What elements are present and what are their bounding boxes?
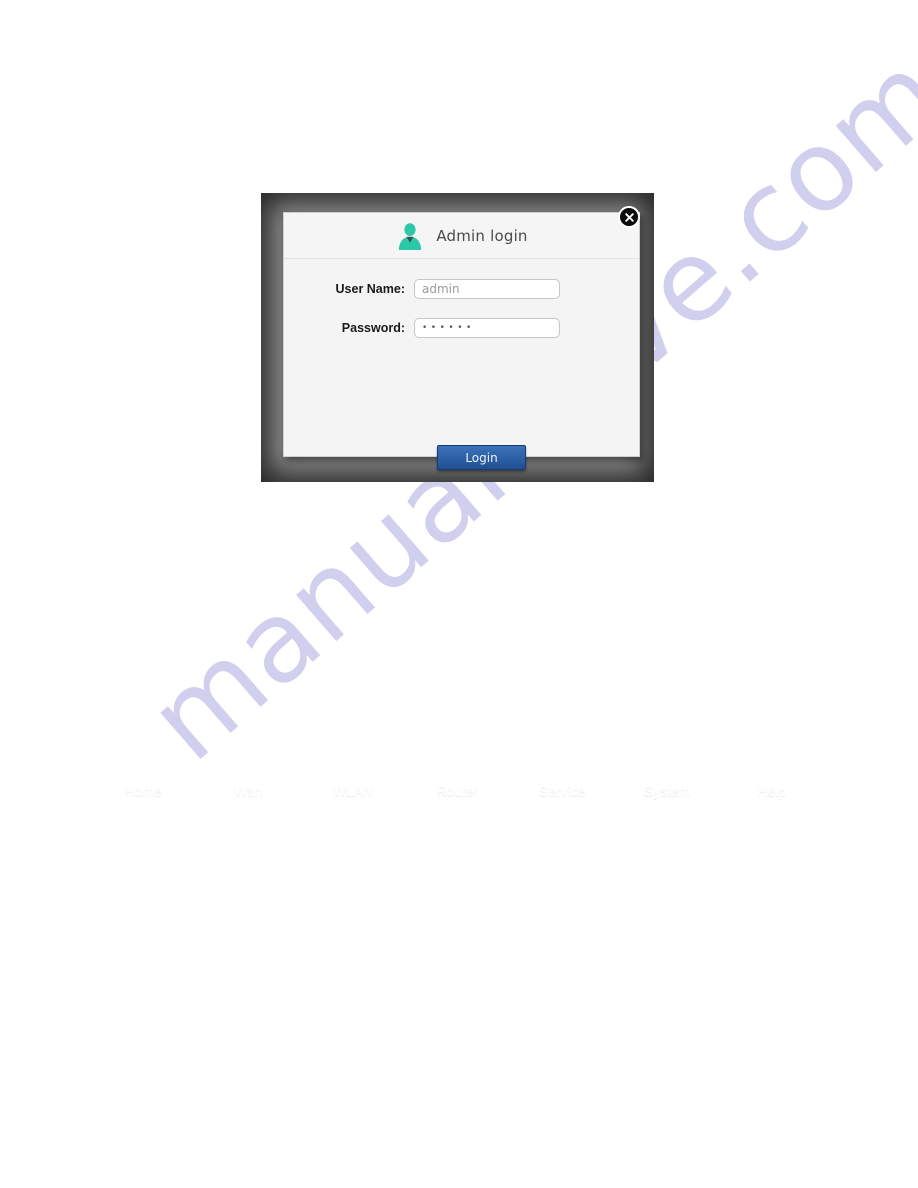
nav-item-service[interactable]: Service [509, 771, 615, 810]
close-dialog-button[interactable] [618, 206, 640, 228]
username-row: User Name: admin [284, 279, 639, 299]
dialog-body: User Name: admin Password: •••••• Login [284, 259, 639, 470]
nav-item-home[interactable]: Home [91, 771, 196, 810]
admin-login-dialog: Admin login User Name: admin Password: •… [283, 212, 640, 470]
main-navigation-bar: Home Wan WLAN Router Service System Help [91, 771, 824, 810]
close-icon [624, 212, 634, 222]
username-input[interactable]: admin [414, 279, 560, 299]
nav-item-router[interactable]: Router [405, 771, 510, 810]
password-input[interactable]: •••••• [414, 318, 560, 338]
dialog-title: Admin login [436, 226, 528, 245]
nav-item-system[interactable]: System [614, 771, 720, 810]
login-modal-frame: Admin login User Name: admin Password: •… [261, 193, 654, 482]
dialog-header: Admin login [284, 213, 639, 259]
password-row: Password: •••••• [284, 318, 639, 338]
password-label: Password: [341, 321, 405, 335]
login-button[interactable]: Login [437, 445, 526, 470]
page-watermark: manualshive.com [0, 0, 918, 1188]
username-label: User Name: [335, 282, 405, 296]
user-avatar-icon [399, 222, 422, 250]
nav-item-help[interactable]: Help [719, 771, 824, 810]
nav-item-wlan[interactable]: WLAN [300, 771, 405, 810]
nav-item-wan[interactable]: Wan [195, 771, 301, 810]
